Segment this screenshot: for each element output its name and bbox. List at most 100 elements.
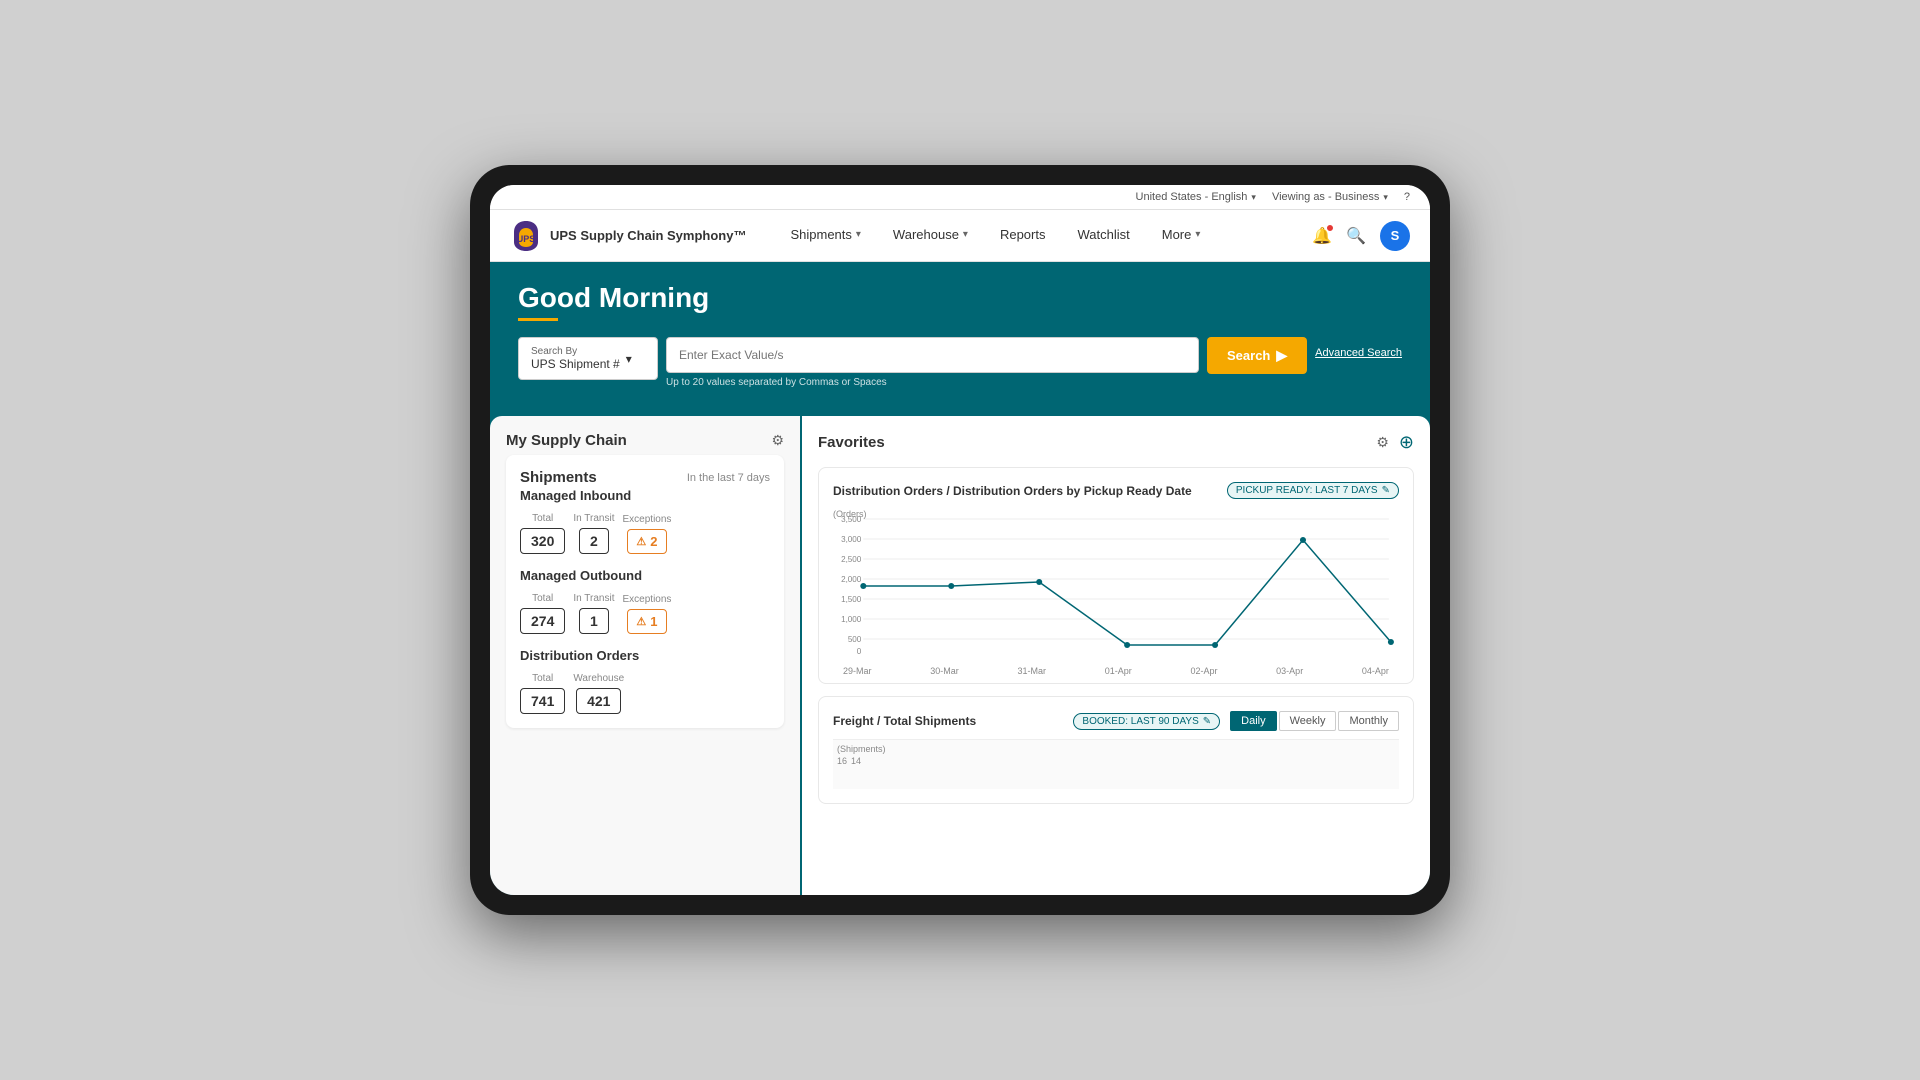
viewing-label: Viewing as - Business [1272,191,1379,203]
nav-warehouse[interactable]: Warehouse ▾ [889,210,972,262]
nav-more[interactable]: More ▾ [1158,210,1205,262]
search-button[interactable]: 🔍 [1346,226,1366,246]
outbound-exceptions-badge[interactable]: ⚠ 1 [627,609,666,634]
viewing-selector[interactable]: Viewing as - Business ▾ [1272,191,1388,203]
x-label-4: 02-Apr [1190,666,1217,676]
distribution-chart-title: Distribution Orders / Distribution Order… [833,484,1192,498]
managed-inbound-stats: Total 320 In Transit 2 Exceptions ⚠ [520,513,770,554]
search-by-select[interactable]: Search By UPS Shipment # ▾ [518,337,658,380]
outbound-transit-col: In Transit 1 [573,593,614,634]
search-input-wrapper: Up to 20 values separated by Commas or S… [666,337,1199,388]
favorites-settings-icon[interactable]: ⚙ [1376,434,1389,451]
distribution-orders-section: Distribution Orders Total 741 Warehouse … [520,648,770,714]
notification-button[interactable]: 🔔 [1312,226,1332,246]
outbound-transit-label: In Transit [573,593,614,604]
distribution-orders-title: Distribution Orders [520,648,770,663]
freight-chart-area: (Shipments) 16 14 [833,739,1399,789]
inbound-exceptions-label: Exceptions [623,514,672,525]
inbound-total-col: Total 320 [520,513,565,554]
nav-shipments[interactable]: Shipments ▾ [786,210,864,262]
search-button-main[interactable]: Search ▶ [1207,337,1307,374]
nav-watchlist[interactable]: Watchlist [1073,210,1133,262]
locale-selector[interactable]: United States - English ▾ [1136,191,1256,203]
outbound-total-value[interactable]: 274 [520,608,565,634]
weekly-button[interactable]: Weekly [1279,711,1337,731]
main-content: My Supply Chain ⚙ Shipments In the last … [490,416,1430,895]
inbound-exceptions-badge[interactable]: ⚠ 2 [627,529,666,554]
hero-greeting: Good Morning [518,282,1402,314]
warning-icon: ⚠ [636,535,646,548]
x-label-6: 04-Apr [1362,666,1389,676]
freight-edit-icon: ✎ [1203,716,1211,727]
dist-warehouse-col: Warehouse 421 [573,673,624,714]
freight-chart-header: Freight / Total Shipments BOOKED: LAST 9… [833,711,1399,731]
dist-total-col: Total 741 [520,673,565,714]
outbound-exceptions-label: Exceptions [623,594,672,605]
advanced-search-link[interactable]: Advanced Search [1315,337,1402,359]
inbound-transit-label: In Transit [573,513,614,524]
dist-total-label: Total [532,673,553,684]
outbound-total-col: Total 274 [520,593,565,634]
search-by-label: Search By [531,346,620,357]
distribution-line-chart: 3,500 3,000 2,500 2,000 1,500 1,000 500 … [833,509,1399,659]
managed-outbound-stats: Total 274 In Transit 1 Exceptions ⚠ [520,593,770,634]
my-supply-chain-header: My Supply Chain ⚙ [506,432,784,449]
inbound-transit-col: In Transit 2 [573,513,614,554]
locale-chevron: ▾ [1251,192,1256,203]
favorites-header: Favorites ⚙ ⊕ [818,432,1414,453]
freight-controls: BOOKED: LAST 90 DAYS ✎ Daily Weekly Mont… [1073,711,1399,731]
freight-y-label: (Shipments) [837,744,1395,754]
notification-dot [1326,224,1334,232]
logo-area: UPS UPS Supply Chain Symphony™ [510,220,746,252]
svg-text:500: 500 [848,635,862,644]
managed-outbound-title: Managed Outbound [520,568,770,583]
locale-label: United States - English [1136,191,1248,203]
svg-text:UPS: UPS [517,234,536,244]
shipments-card-header: Shipments In the last 7 days [520,469,770,486]
search-input[interactable] [666,337,1199,373]
favorites-title: Favorites [818,434,885,451]
svg-text:1,000: 1,000 [841,615,862,624]
left-panel: My Supply Chain ⚙ Shipments In the last … [490,416,800,895]
inbound-total-label: Total [532,513,553,524]
managed-outbound-section: Managed Outbound Total 274 In Transit 1 [520,568,770,634]
outbound-total-label: Total [532,593,553,604]
daily-button[interactable]: Daily [1230,711,1276,731]
freight-chart-title: Freight / Total Shipments [833,714,976,728]
distribution-chart-header: Distribution Orders / Distribution Order… [833,482,1399,499]
shipments-chevron: ▾ [856,229,861,240]
distribution-chart-area: (Orders) 3,500 3,000 [833,509,1399,669]
edit-icon: ✎ [1382,485,1390,496]
add-favorite-icon[interactable]: ⊕ [1399,432,1414,453]
user-avatar[interactable]: S [1380,221,1410,251]
search-by-chevron: ▾ [626,352,632,366]
help-button[interactable]: ? [1404,191,1410,203]
search-arrow-icon: ▶ [1276,347,1287,364]
managed-inbound-title: Managed Inbound [520,488,770,503]
freight-chart-badge[interactable]: BOOKED: LAST 90 DAYS ✎ [1073,713,1220,730]
freight-y-ticks: 16 14 [837,756,1395,766]
dist-warehouse-value[interactable]: 421 [576,688,621,714]
shipments-card-subtitle: In the last 7 days [687,472,770,484]
outbound-transit-value[interactable]: 1 [579,608,609,634]
dist-warehouse-label: Warehouse [573,673,624,684]
distribution-orders-stats: Total 741 Warehouse 421 [520,673,770,714]
inbound-transit-value[interactable]: 2 [579,528,609,554]
x-label-0: 29-Mar [843,666,872,676]
warehouse-chevron: ▾ [963,229,968,240]
svg-text:2,500: 2,500 [841,555,862,564]
x-label-5: 03-Apr [1276,666,1303,676]
nav-icons: 🔔 🔍 S [1312,221,1410,251]
distribution-chart-card: Distribution Orders / Distribution Order… [818,467,1414,684]
dist-total-value[interactable]: 741 [520,688,565,714]
hero-underline [518,318,558,321]
svg-text:1,500: 1,500 [841,595,862,604]
nav-reports[interactable]: Reports [996,210,1050,262]
svg-text:0: 0 [857,647,862,656]
distribution-chart-badge[interactable]: PICKUP READY: LAST 7 DAYS ✎ [1227,482,1399,499]
supply-chain-settings-icon[interactable]: ⚙ [771,432,784,449]
outbound-exceptions-col: Exceptions ⚠ 1 [623,594,672,634]
monthly-button[interactable]: Monthly [1338,711,1399,731]
search-by-value: UPS Shipment # [531,357,620,371]
inbound-total-value[interactable]: 320 [520,528,565,554]
